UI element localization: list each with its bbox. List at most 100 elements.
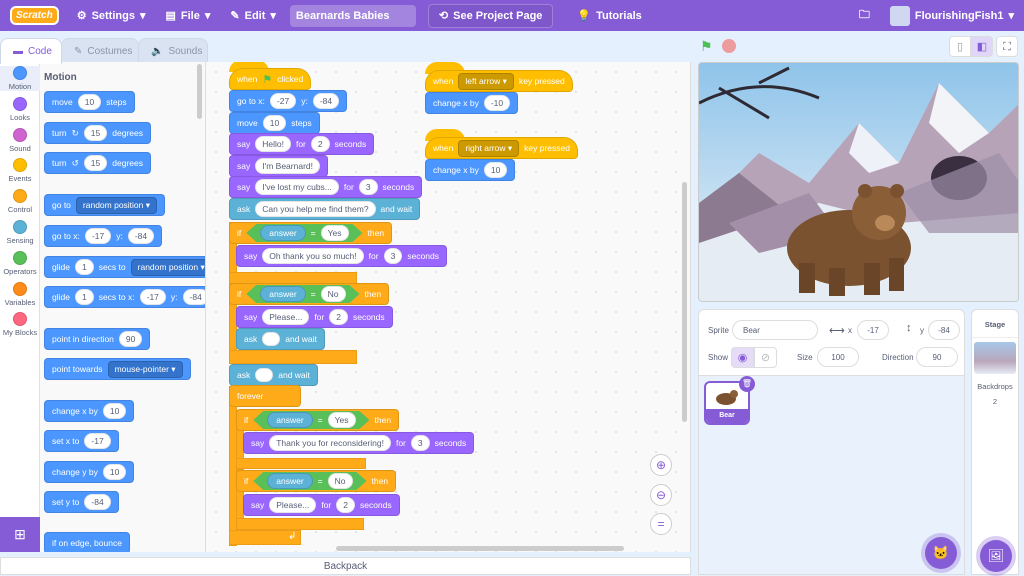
file-menu[interactable]: ▤ File ▾ bbox=[156, 0, 221, 31]
choose-sprite-button[interactable]: 🐱 bbox=[925, 537, 957, 569]
block-input[interactable]: 2 bbox=[336, 497, 355, 513]
category-sound[interactable]: Sound bbox=[0, 127, 40, 153]
add-extension-button[interactable]: ⊞ bbox=[0, 517, 40, 552]
block-input[interactable]: -10 bbox=[483, 95, 511, 111]
palette-block[interactable]: glide 1 secs to random position ▾ bbox=[44, 256, 205, 278]
block-input[interactable]: Please... bbox=[269, 497, 317, 513]
palette-block[interactable]: go to x: -17 y: -84 bbox=[44, 225, 163, 247]
script-block[interactable]: if answer = Yes then bbox=[236, 409, 400, 431]
answer-reporter[interactable]: answer bbox=[267, 473, 312, 489]
edit-menu[interactable]: ✎ Edit ▾ bbox=[220, 0, 286, 31]
block-input[interactable]: -84 bbox=[182, 289, 205, 305]
script-block[interactable]: ask and wait bbox=[229, 364, 318, 386]
see-project-page-button[interactable]: ⟲ See Project Page bbox=[427, 3, 554, 28]
script-block[interactable]: say Oh thank you so much! for 3 seconds bbox=[236, 245, 447, 267]
block-input[interactable] bbox=[255, 368, 274, 382]
palette-scrollbar[interactable] bbox=[197, 64, 202, 119]
script-block[interactable]: say I've lost my cubs... for 3 seconds bbox=[229, 176, 423, 198]
hat-block[interactable]: when ⚑ clicked bbox=[229, 68, 312, 90]
block-input[interactable]: 10 bbox=[483, 162, 508, 178]
block-input[interactable]: I'm Bearnard! bbox=[255, 158, 320, 174]
category-looks[interactable]: Looks bbox=[0, 96, 40, 122]
block-dropdown[interactable]: left arrow ▾ bbox=[458, 72, 514, 90]
block-input[interactable]: -17 bbox=[84, 433, 111, 449]
category-my-blocks[interactable]: My Blocks bbox=[0, 312, 40, 337]
block-input[interactable]: Please... bbox=[262, 309, 310, 325]
block-input[interactable]: 90 bbox=[118, 331, 143, 347]
block-dropdown[interactable]: right arrow ▾ bbox=[458, 139, 520, 157]
palette-block[interactable]: glide 1 secs to x: -17 y: -84 bbox=[44, 286, 205, 308]
category-motion[interactable]: Motion bbox=[0, 66, 40, 91]
hat-block[interactable]: when left arrow ▾ key pressed bbox=[425, 70, 573, 92]
direction-input[interactable]: 90 bbox=[916, 347, 958, 367]
script-block[interactable]: say Please... for 2 seconds bbox=[236, 306, 393, 328]
script-block[interactable]: say I'm Bearnard! bbox=[229, 155, 328, 177]
palette-block[interactable]: set x to -17 bbox=[44, 430, 119, 452]
script-area[interactable]: ⊕ ⊖ = ↲ when ⚑ clicked go to x: -27 y: -84 move 1… bbox=[206, 62, 691, 552]
block-input[interactable]: 3 bbox=[383, 248, 403, 264]
answer-reporter[interactable]: answer bbox=[260, 286, 305, 302]
palette-block[interactable]: if on edge, bounce bbox=[44, 532, 130, 552]
vertical-scrollbar[interactable] bbox=[682, 182, 687, 422]
x-input[interactable]: -17 bbox=[857, 320, 889, 340]
block-input[interactable]: -17 bbox=[139, 289, 166, 305]
block-dropdown[interactable]: random position ▾ bbox=[130, 258, 205, 276]
block-input[interactable]: -84 bbox=[127, 228, 155, 244]
block-input[interactable]: -17 bbox=[84, 228, 112, 244]
block-input[interactable]: Yes bbox=[328, 412, 356, 428]
block-input[interactable]: 10 bbox=[262, 115, 287, 131]
palette-block[interactable]: change x by 10 bbox=[44, 400, 135, 422]
hide-sprite-button[interactable]: ⊘ bbox=[754, 347, 777, 368]
block-input[interactable]: 15 bbox=[83, 125, 108, 141]
zoom-reset-button[interactable]: = bbox=[650, 513, 672, 535]
script-block[interactable]: ask Can you help me find them? and wait bbox=[229, 198, 421, 220]
block-input[interactable]: -27 bbox=[269, 93, 297, 109]
block-dropdown[interactable]: random position ▾ bbox=[75, 196, 158, 214]
show-sprite-button[interactable]: ◉ bbox=[731, 347, 754, 368]
tab-sounds[interactable]: 🔈 Sounds bbox=[138, 38, 208, 63]
block-input[interactable]: No bbox=[321, 286, 346, 302]
category-control[interactable]: Control bbox=[0, 189, 40, 214]
script-block[interactable]: if answer = Yes then bbox=[229, 222, 393, 244]
stage-panel[interactable]: Stage Backdrops 2 🖼 bbox=[971, 309, 1019, 575]
palette-block[interactable]: point in direction 90 bbox=[44, 328, 151, 350]
small-stage-button[interactable]: ▯ bbox=[949, 36, 971, 57]
block-input[interactable]: Can you help me find them? bbox=[255, 201, 376, 217]
green-flag-button[interactable]: ⚑ bbox=[700, 39, 714, 53]
block-input[interactable]: Oh thank you so much! bbox=[262, 248, 364, 264]
category-sensing[interactable]: Sensing bbox=[0, 220, 40, 245]
script-block[interactable]: change x by -10 bbox=[425, 92, 519, 114]
palette-block[interactable]: turn ↺ 15 degrees bbox=[44, 152, 151, 174]
palette-block[interactable]: go to random position ▾ bbox=[44, 194, 166, 216]
block-input[interactable]: Yes bbox=[321, 225, 349, 241]
category-events[interactable]: Events bbox=[0, 158, 40, 183]
hat-block[interactable]: when right arrow ▾ key pressed bbox=[425, 137, 578, 159]
zoom-in-button[interactable]: ⊕ bbox=[650, 454, 672, 476]
palette-block[interactable]: set y to -84 bbox=[44, 491, 119, 513]
palette-block[interactable]: point towards mouse-pointer ▾ bbox=[44, 358, 191, 380]
block-input[interactable]: 1 bbox=[74, 259, 94, 275]
equals-operator-block[interactable]: answer = No bbox=[253, 472, 366, 490]
palette-block[interactable]: turn ↻ 15 degrees bbox=[44, 122, 151, 144]
script-block[interactable]: go to x: -27 y: -84 bbox=[229, 90, 348, 112]
block-input[interactable]: 2 bbox=[329, 309, 348, 325]
block-input[interactable]: I've lost my cubs... bbox=[255, 179, 339, 195]
block-input[interactable]: Thank you for reconsidering! bbox=[269, 435, 391, 451]
large-stage-button[interactable]: ◧ bbox=[971, 36, 993, 57]
block-input[interactable]: 2 bbox=[310, 136, 330, 152]
script-block[interactable]: forever bbox=[229, 385, 301, 407]
script-block[interactable]: change x by 10 bbox=[425, 159, 516, 181]
equals-operator-block[interactable]: answer = Yes bbox=[253, 411, 369, 429]
block-input[interactable]: 10 bbox=[102, 464, 127, 480]
script-block[interactable]: if answer = No then bbox=[236, 470, 397, 492]
block-dropdown[interactable]: mouse-pointer ▾ bbox=[107, 360, 183, 378]
block-input[interactable]: -84 bbox=[312, 93, 340, 109]
stop-button[interactable] bbox=[722, 39, 736, 53]
zoom-out-button[interactable]: ⊖ bbox=[650, 484, 672, 506]
equals-operator-block[interactable]: answer = No bbox=[246, 285, 359, 303]
sprite-name-input[interactable] bbox=[732, 320, 818, 340]
settings-menu[interactable]: ⚙ Settings ▾ bbox=[67, 0, 156, 31]
choose-backdrop-button[interactable]: 🖼 bbox=[980, 540, 1012, 572]
palette-block[interactable]: move 10 steps bbox=[44, 91, 135, 113]
script-block[interactable]: if answer = No then bbox=[229, 283, 390, 305]
